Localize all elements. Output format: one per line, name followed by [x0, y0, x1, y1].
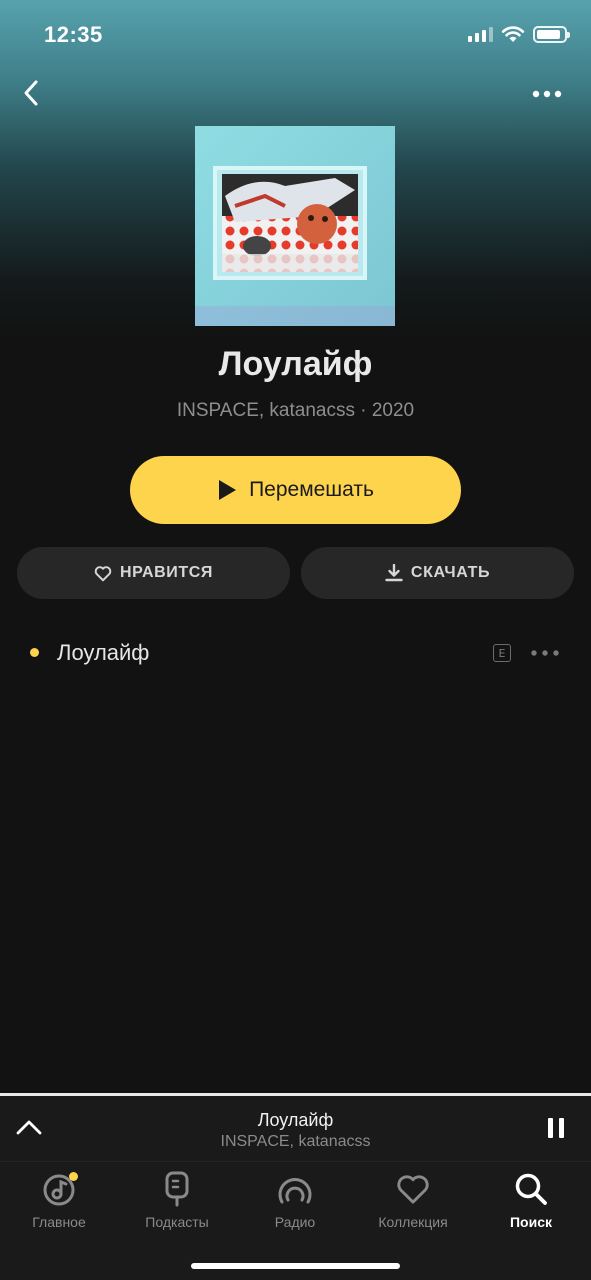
cellular-signal-icon [468, 26, 493, 42]
wifi-icon [501, 26, 525, 42]
play-icon [219, 480, 237, 500]
battery-level [537, 29, 561, 39]
search-icon [512, 1170, 550, 1208]
album-subtitle[interactable]: INSPACE, katanacss · 2020 [0, 400, 591, 422]
heart-icon [394, 1170, 432, 1208]
more-horizontal-icon [531, 650, 559, 656]
track-row[interactable]: Лоулайф E [0, 628, 591, 678]
tab-podcasts[interactable]: Подкасты [118, 1170, 236, 1240]
now-playing-indicator [30, 648, 39, 657]
chevron-left-icon [24, 80, 38, 106]
tab-label: Главное [32, 1214, 86, 1230]
like-label: НРАВИТСЯ [119, 564, 214, 581]
status-bar: 12:35 [0, 0, 591, 70]
tab-label: Поиск [509, 1214, 552, 1230]
tab-radio[interactable]: Радио [236, 1170, 354, 1240]
album-cover [195, 126, 395, 326]
radio-waves-icon [276, 1170, 314, 1208]
album-screen: 12:35 Лоулайф INSPACE, katanacss · 2020 … [0, 0, 591, 1280]
more-horizontal-icon [532, 90, 562, 98]
album-cover-art [195, 126, 395, 326]
tab-label: Подкасты [145, 1214, 209, 1230]
like-button[interactable]: НРАВИТСЯ [17, 547, 290, 599]
tab-search[interactable]: Поиск [472, 1170, 590, 1240]
tab-collection[interactable]: Коллекция [354, 1170, 472, 1240]
status-icons [468, 25, 570, 43]
microphone-icon [158, 1170, 196, 1208]
mini-player-artist: INSPACE, katanacss [220, 1133, 371, 1150]
heart-icon [94, 565, 112, 581]
download-button[interactable]: СКАЧАТЬ [301, 547, 574, 599]
battery-icon [533, 25, 570, 43]
mini-player[interactable]: Лоулайф INSPACE, katanacss [0, 1093, 591, 1161]
status-time: 12:35 [44, 22, 103, 47]
track-more-button[interactable] [528, 641, 562, 665]
pause-icon-bar-right [559, 1118, 564, 1138]
tab-home[interactable]: Главное [0, 1170, 118, 1240]
track-title: Лоулайф [57, 640, 150, 665]
shuffle-label: Перемешать [249, 478, 374, 501]
pause-icon-bar-left [548, 1118, 553, 1138]
home-badge-dot [69, 1172, 78, 1181]
download-icon [385, 564, 403, 582]
more-options-button[interactable] [529, 80, 565, 108]
download-label: СКАЧАТЬ [410, 564, 491, 581]
pause-button[interactable] [543, 1115, 569, 1141]
tab-label: Коллекция [378, 1214, 448, 1230]
album-title: Лоулайф [218, 345, 373, 383]
shuffle-button[interactable]: Перемешать [130, 456, 461, 524]
back-button[interactable] [14, 76, 48, 110]
tab-bar: Главное Подкасты Радио Коллекция Поиск [0, 1161, 591, 1280]
mini-player-title: Лоулайф [257, 1110, 334, 1130]
home-indicator[interactable] [191, 1263, 400, 1269]
explicit-badge: E [493, 644, 511, 662]
music-note-disc-icon [40, 1170, 78, 1208]
tab-label: Радио [274, 1214, 316, 1230]
